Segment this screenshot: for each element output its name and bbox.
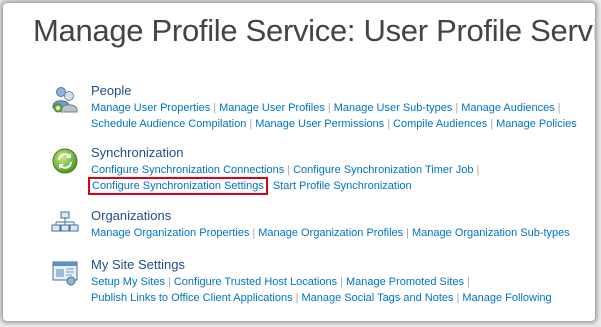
sync-title: Synchronization (91, 145, 184, 160)
link-separator: | (287, 164, 291, 176)
sync-icon (52, 148, 78, 174)
mysite-links-row-1: Setup My Sites | Configure Trusted Host Lo… (91, 274, 595, 290)
manage-user-properties-link[interactable]: Manage User Properties (91, 102, 210, 114)
sync-links-row-2: Configure Synchronization Settings Start … (88, 177, 595, 195)
organizations-body: Organizations Manage Organization Proper… (91, 208, 595, 241)
organizations-title: Organizations (91, 208, 172, 223)
people-body: People Manage User Properties | Manage Use… (91, 83, 595, 132)
manage-user-permissions-link[interactable]: Manage User Permissions (255, 118, 384, 130)
manage-user-profiles-link[interactable]: Manage User Profiles (219, 102, 325, 114)
sync-body: Synchronization Configure Synchronizatio… (88, 145, 595, 195)
people-links-row-2: Schedule Audience Compilation | Manage Use… (91, 116, 595, 132)
link-separator: | (167, 276, 171, 288)
link-separator: | (252, 227, 256, 239)
start-profile-sync-link[interactable]: Start Profile Synchronization (273, 180, 412, 192)
organizations-links-row-1: Manage Organization Properties | Manage Or… (91, 225, 595, 241)
link-separator: | (213, 102, 217, 114)
manage-user-subtypes-link[interactable]: Manage User Sub-types (334, 102, 453, 114)
manage-social-tags-notes-link[interactable]: Manage Social Tags and Notes (301, 292, 453, 304)
link-separator: | (476, 164, 480, 176)
link-separator: | (406, 227, 410, 239)
publish-links-office-client-link[interactable]: Publish Links to Office Client Applicati… (91, 292, 293, 304)
manage-audiences-link[interactable]: Manage Audiences (461, 102, 555, 114)
link-separator: | (455, 102, 459, 114)
link-separator: | (466, 276, 470, 288)
page-title: Manage Profile Service: User Profile Ser… (33, 13, 595, 48)
my-site-icon (52, 261, 78, 286)
mysite-links-row-2: Publish Links to Office Client Applicati… (91, 290, 595, 306)
people-title: People (91, 83, 132, 98)
manage-organization-properties-link[interactable]: Manage Organization Properties (91, 227, 249, 239)
link-separator: | (340, 276, 343, 288)
link-separator: | (387, 118, 391, 130)
link-separator: | (557, 102, 561, 114)
sync-links-row-1: Configure Synchronization Connections | Co… (91, 162, 595, 178)
people-icon (52, 87, 78, 113)
manage-organization-profiles-link[interactable]: Manage Organization Profiles (258, 227, 403, 239)
compile-audiences-link[interactable]: Compile Audiences (393, 118, 487, 130)
mysite-title: My Site Settings (91, 257, 185, 272)
org-chart-icon (51, 211, 79, 232)
link-separator: | (490, 118, 494, 130)
link-separator: | (295, 292, 299, 304)
manage-organization-subtypes-link[interactable]: Manage Organization Sub-types (412, 227, 570, 239)
manage-policies-link[interactable]: Manage Policies (496, 118, 577, 130)
configure-sync-settings-link[interactable]: Configure Synchronization Settings (88, 177, 268, 195)
schedule-audience-compilation-link[interactable]: Schedule Audience Compilation (91, 118, 246, 130)
manage-promoted-sites-link[interactable]: Manage Promoted Sites (346, 276, 464, 288)
configure-sync-timer-job-link[interactable]: Configure Synchronization Timer Job (293, 164, 473, 176)
people-links-row-1: Manage User Properties | Manage User Profi… (91, 100, 595, 116)
setup-my-sites-link[interactable]: Setup My Sites (91, 276, 165, 288)
configure-sync-connections-link[interactable]: Configure Synchronization Connections (91, 164, 284, 176)
configure-trusted-host-locations-link[interactable]: Configure Trusted Host Locations (174, 276, 337, 288)
link-separator: | (249, 118, 253, 130)
page-frame: Manage Profile Service: User Profile Ser… (3, 3, 595, 321)
link-separator: | (456, 292, 460, 304)
link-separator: | (327, 102, 331, 114)
manage-following-link[interactable]: Manage Following (462, 292, 551, 304)
mysite-body: My Site Settings Setup My Sites | Configur… (91, 257, 595, 306)
